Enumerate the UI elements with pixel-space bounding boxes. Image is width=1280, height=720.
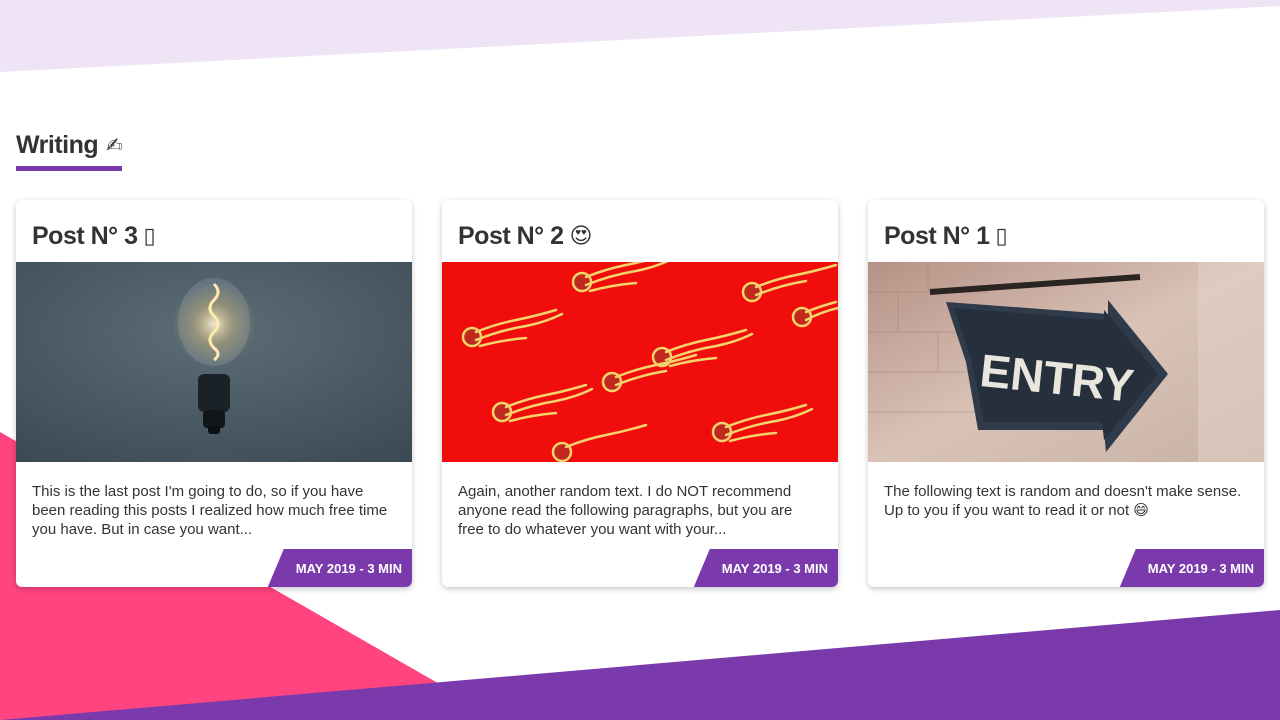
post-title[interactable]: Post N° 2 😍 [442,200,838,262]
post-title-text: Post N° 2 [458,221,564,250]
post-meta-badge: MAY 2019 - 3 MIN [1119,549,1264,587]
post-title-text: Post N° 3 [32,221,138,250]
section-heading: Writing ✍ [16,131,123,171]
emoji-icon: ▯ [143,223,156,248]
emoji-icon: ▯ [995,223,1008,248]
post-excerpt: The following text is random and doesn't… [884,483,1242,519]
writing-hand-icon: ✍ [106,135,123,157]
post-card-grid: Post N° 3 ▯ This is the last post I'm go… [16,200,1264,587]
post-title[interactable]: Post N° 1 ▯ [868,200,1264,262]
post-title-text: Post N° 1 [884,221,990,250]
post-excerpt: This is the last post I'm going to do, s… [32,483,388,538]
lightbulb-image[interactable] [16,262,412,462]
noodles-image[interactable] [442,262,838,462]
entry-sign-image[interactable]: ENTRY [868,262,1264,462]
post-card[interactable]: Post N° 2 😍 Again, another random text. … [442,200,838,587]
post-meta-badge: MAY 2019 - 3 MIN [267,549,412,587]
post-card[interactable]: Post N° 1 ▯ ENTRY The following text is … [868,200,1264,587]
post-card[interactable]: Post N° 3 ▯ This is the last post I'm go… [16,200,412,587]
post-meta-badge: MAY 2019 - 3 MIN [693,549,838,587]
post-excerpt: Again, another random text. I do NOT rec… [458,483,793,538]
heart-eyes-emoji-icon: 😍 [569,223,593,248]
top-lavender-shape [0,0,1280,72]
post-title[interactable]: Post N° 3 ▯ [16,200,412,262]
section-title-text: Writing [16,131,99,159]
